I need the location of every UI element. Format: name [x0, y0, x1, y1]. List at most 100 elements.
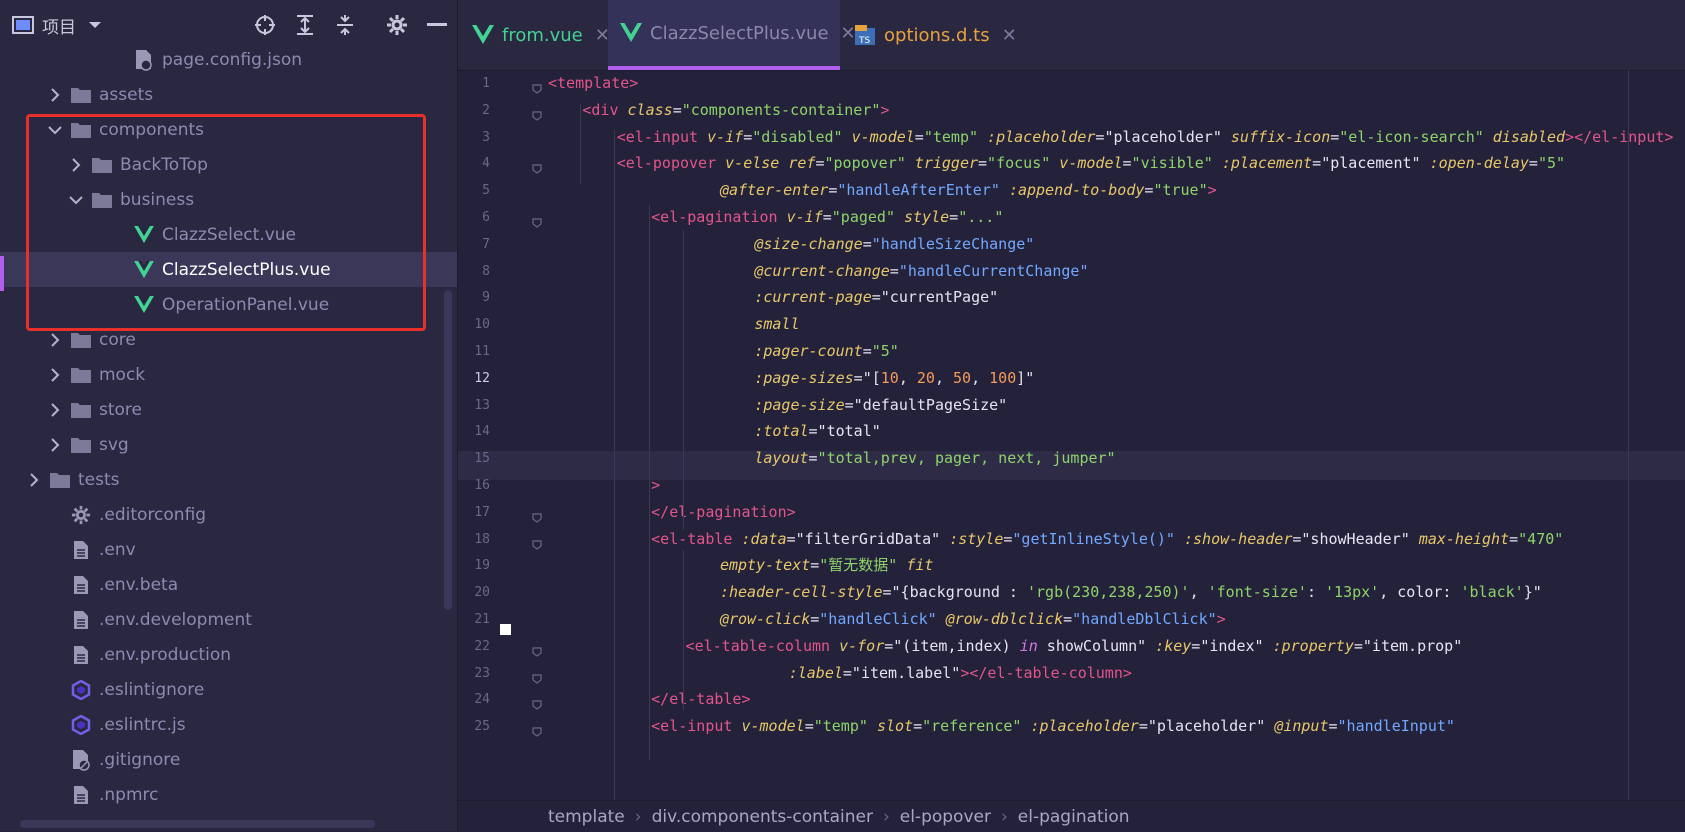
chevron-right-icon[interactable]: [47, 87, 63, 103]
file-icon: [69, 784, 93, 806]
tree-item-env-development[interactable]: .env.development: [0, 602, 457, 637]
code-token: ="item.prop": [1353, 636, 1463, 655]
tree-item-env-beta[interactable]: .env.beta: [0, 567, 457, 602]
code-token: ="[: [853, 368, 881, 387]
ts-icon: TS: [854, 24, 876, 46]
code-token: <div: [582, 100, 628, 119]
ignore-file-icon: [69, 749, 93, 771]
folder-icon: [90, 189, 114, 211]
chevron-placeholder: [110, 297, 126, 313]
line-number: 13: [474, 397, 490, 413]
tree-item-label: .npmrc: [99, 784, 159, 805]
chevron-down-icon[interactable]: [68, 192, 84, 208]
tree-item-label: ClazzSelectPlus.vue: [162, 259, 331, 280]
locate-file-icon[interactable]: [252, 12, 278, 38]
code-line: :page-sizes="[10, 20, 50, 100]": [754, 364, 1034, 393]
code-token: layout: [754, 449, 809, 468]
fold-icon[interactable]: [532, 106, 542, 121]
chevron-down-icon[interactable]: [47, 122, 63, 138]
fold-icon[interactable]: [532, 159, 542, 175]
code-token: v-model: [741, 717, 805, 736]
tree-item-core[interactable]: core: [0, 322, 457, 357]
tab-from-vue[interactable]: from.vue ✕: [458, 0, 610, 70]
tree-item-env[interactable]: .env: [0, 532, 457, 567]
vue-icon: [472, 25, 494, 45]
tree-item-label: .env.production: [99, 644, 232, 665]
code-token: "handleClick": [819, 610, 946, 628]
tree-item-eslintignore[interactable]: .eslintignore: [0, 672, 457, 707]
view-dropdown-icon[interactable]: [82, 12, 108, 38]
breadcrumb-item[interactable]: div.components-container: [652, 807, 873, 827]
tree-item-clazzselectplus-vue[interactable]: ClazzSelectPlus.vue: [0, 252, 457, 287]
indent-guide: [614, 130, 615, 800]
chevron-placeholder: [110, 52, 126, 68]
code-token: <el-popover: [616, 154, 726, 173]
code-token: suffix-icon: [1230, 127, 1331, 146]
chevron-right-icon[interactable]: [47, 402, 63, 418]
line-number: 19: [474, 558, 490, 574]
fold-icon[interactable]: [532, 79, 542, 94]
tree-item-business[interactable]: business: [0, 182, 457, 217]
tree-item-tests[interactable]: tests: [0, 462, 457, 497]
tree-item-store[interactable]: store: [0, 392, 457, 427]
code-token: "handleDblClick": [1072, 610, 1217, 628]
line-number: 1: [482, 76, 490, 91]
project-view-label[interactable]: 项目: [42, 13, 76, 38]
tree-item-svg[interactable]: svg: [0, 427, 457, 462]
code-token: ="placeholder": [1095, 127, 1231, 146]
code-token: v-if: [707, 127, 744, 146]
code-token: , color:: [1379, 583, 1461, 602]
fold-icon[interactable]: [532, 508, 542, 523]
breadcrumb-item[interactable]: el-popover: [900, 807, 991, 827]
tree-item-gitignore[interactable]: .gitignore: [0, 742, 457, 777]
fold-icon[interactable]: [532, 722, 542, 737]
line-number: 25: [474, 719, 490, 735]
tree-item-mock[interactable]: mock: [0, 357, 457, 392]
fold-icon[interactable]: [532, 669, 542, 684]
code-area[interactable]: <template> <div class="components-contain…: [458, 70, 1685, 800]
tree-item-editorconfig[interactable]: .editorconfig: [0, 497, 457, 532]
breadcrumb-item[interactable]: template: [548, 807, 625, 827]
tab-options-d-ts[interactable]: TS options.d.ts ✕: [840, 0, 1017, 70]
code-line: layout="total,prev, pager, next, jumper": [754, 444, 1115, 473]
tree-vertical-scrollbar[interactable]: [444, 290, 452, 610]
fold-icon[interactable]: [532, 213, 542, 228]
fold-icon[interactable]: [532, 535, 542, 550]
minimize-icon[interactable]: [424, 12, 450, 38]
tree-horizontal-scrollbar[interactable]: [20, 820, 375, 828]
folder-icon: [69, 399, 93, 421]
fold-icon[interactable]: [532, 642, 542, 657]
tab-clazzselectplus-vue[interactable]: ClazzSelectPlus.vue ✕: [608, 0, 856, 70]
expand-all-icon[interactable]: [292, 12, 318, 38]
tree-item-backtotop[interactable]: BackToTop: [0, 147, 457, 182]
tree-item-assets[interactable]: assets: [0, 77, 457, 112]
project-view-icon[interactable]: [10, 12, 36, 38]
gear-icon[interactable]: [384, 12, 410, 38]
close-icon[interactable]: ✕: [1002, 25, 1017, 46]
chevron-right-icon[interactable]: [47, 332, 63, 348]
breadcrumb-separator: ›: [882, 806, 890, 827]
tree-item-page-config-json[interactable]: page.config.json: [0, 42, 457, 77]
chevron-right-icon[interactable]: [26, 472, 42, 488]
tree-item-clazzselect-vue[interactable]: ClazzSelect.vue: [0, 217, 457, 252]
chevron-placeholder: [47, 752, 63, 768]
line-number: 5: [482, 183, 490, 199]
line-number: 16: [474, 478, 490, 493]
code-line: :current-page="currentPage": [754, 283, 998, 312]
collapse-all-icon[interactable]: [332, 12, 358, 38]
code-line: :total="total": [754, 417, 880, 446]
chevron-right-icon[interactable]: [68, 157, 84, 173]
code-token: <el-input: [651, 717, 742, 736]
breadcrumb-item[interactable]: el-pagination: [1018, 807, 1130, 827]
code-line: :label="item.label"></el-table-column>: [789, 659, 1132, 688]
chevron-right-icon[interactable]: [47, 367, 63, 383]
tree-item-operationpanel-vue[interactable]: OperationPanel.vue: [0, 287, 457, 322]
code-token: =: [828, 181, 838, 200]
fold-icon[interactable]: [532, 695, 542, 711]
chevron-right-icon[interactable]: [47, 437, 63, 453]
tree-item-env-production[interactable]: .env.production: [0, 637, 457, 672]
tree-item-npmrc[interactable]: .npmrc: [0, 777, 457, 812]
tree-item-components[interactable]: components: [0, 112, 457, 147]
tree-item-label: tests: [78, 469, 120, 490]
tree-item-eslintrc-js[interactable]: .eslintrc.js: [0, 707, 457, 742]
